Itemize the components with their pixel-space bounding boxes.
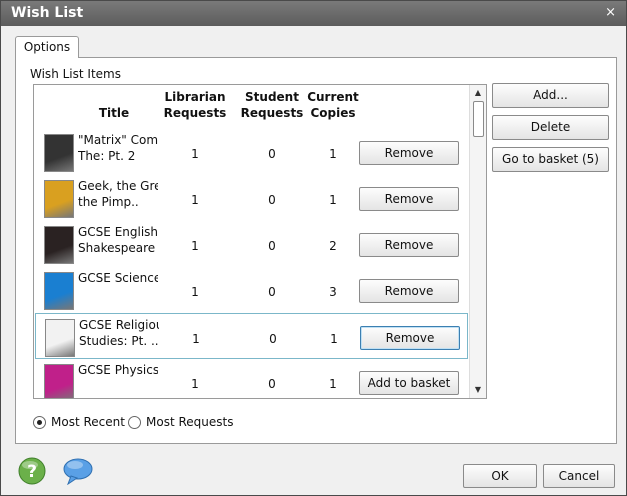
wish-list-dialog: Wish List × Options Wish List Items Titl… — [0, 0, 627, 496]
row-librarian-requests: 1 — [191, 147, 199, 161]
sort-most-recent-label: Most Recent — [51, 415, 125, 429]
row-title: GCSE English Shakespeare T — [78, 224, 158, 258]
column-header-student-requests: Student Requests — [240, 90, 304, 120]
column-header-title: Title — [98, 106, 130, 120]
go-to-basket-button[interactable]: Go to basket (5) — [492, 147, 609, 172]
table-row[interactable]: "Matrix" Comic The: Pt. 2 1 0 1 Remove — [35, 129, 468, 175]
remove-button[interactable]: Remove — [359, 187, 459, 211]
row-current-copies: 1 — [329, 377, 337, 391]
row-title: GCSE Religious Studies: Pt. .. — [79, 317, 159, 351]
book-cover-image — [44, 364, 74, 398]
title-bar[interactable]: Wish List × — [1, 1, 626, 26]
svg-text:?: ? — [27, 462, 37, 482]
row-title-line1: GCSE Religious — [79, 318, 159, 332]
row-current-copies: 1 — [329, 193, 337, 207]
help-icon[interactable]: ? — [18, 457, 46, 485]
row-title-line2: The: Pt. 2 — [78, 149, 136, 163]
table-row[interactable]: GCSE Religious Studies: Pt. .. 1 0 1 Remove — [35, 313, 468, 359]
window-title: Wish List — [11, 5, 84, 21]
row-student-requests: 0 — [268, 193, 276, 207]
close-icon[interactable]: × — [605, 5, 616, 20]
remove-button[interactable]: Remove — [359, 279, 459, 303]
row-title: GCSE Science — [78, 270, 158, 304]
row-student-requests: 0 — [268, 239, 276, 253]
book-cover-image — [45, 319, 75, 357]
row-title-line2: the Pimp.. — [78, 195, 139, 209]
table-row[interactable]: GCSE Science 1 0 3 Remove — [35, 267, 468, 313]
row-librarian-requests: 1 — [191, 193, 199, 207]
book-cover-image — [44, 226, 74, 264]
book-cover-image — [44, 272, 74, 310]
row-title-line2: Shakespeare T — [78, 241, 158, 255]
column-header-current-copies: Current Copies — [307, 90, 359, 120]
row-librarian-requests: 1 — [191, 285, 199, 299]
row-librarian-requests: 1 — [191, 377, 199, 391]
table-row[interactable]: Geek, the Gree the Pimp.. 1 0 1 Remove — [35, 175, 468, 221]
row-current-copies: 2 — [329, 239, 337, 253]
remove-button[interactable]: Remove — [359, 141, 459, 165]
book-cover-image — [44, 134, 74, 172]
row-student-requests: 0 — [268, 285, 276, 299]
row-title-line1: GCSE Physics — [78, 363, 158, 377]
scroll-down-icon[interactable]: ▼ — [470, 382, 486, 398]
scroll-up-icon[interactable]: ▲ — [470, 85, 486, 101]
row-current-copies: 3 — [329, 285, 337, 299]
delete-button[interactable]: Delete — [492, 115, 609, 140]
sort-most-requests-radio[interactable]: Most Requests — [128, 415, 233, 429]
table-row[interactable]: GCSE English Shakespeare T 1 0 2 Remove — [35, 221, 468, 267]
row-title: "Matrix" Comic The: Pt. 2 — [78, 132, 158, 166]
row-librarian-requests: 1 — [191, 239, 199, 253]
remove-button[interactable]: Remove — [360, 326, 460, 350]
options-panel: Wish List Items Title Librarian Requests… — [15, 57, 617, 444]
wish-list-items-label: Wish List Items — [30, 67, 121, 81]
wish-list-table[interactable]: Title Librarian Requests Student Request… — [33, 84, 487, 399]
tab-options[interactable]: Options — [15, 36, 79, 58]
radio-most-recent-indicator[interactable] — [33, 415, 46, 429]
row-librarian-requests: 1 — [192, 332, 200, 346]
table-row[interactable]: GCSE Physics 1 0 1 Add to basket — [35, 359, 468, 398]
row-title-line1: Geek, the Gree — [78, 179, 158, 193]
scroll-thumb[interactable] — [473, 101, 484, 137]
ok-button[interactable]: OK — [463, 464, 537, 488]
sort-most-recent-radio[interactable]: Most Recent — [33, 415, 125, 429]
row-student-requests: 0 — [269, 332, 277, 346]
add-to-basket-button[interactable]: Add to basket — [359, 371, 459, 395]
list-scrollbar[interactable]: ▲ ▼ — [469, 85, 486, 398]
row-title-line1: "Matrix" Comic — [78, 133, 158, 147]
sort-most-requests-label: Most Requests — [146, 415, 234, 429]
chat-bubble-icon[interactable] — [63, 457, 93, 485]
add-button[interactable]: Add... — [492, 83, 609, 108]
radio-most-requests-indicator[interactable] — [128, 415, 141, 429]
row-current-copies: 1 — [329, 147, 337, 161]
row-title: GCSE Physics — [78, 362, 158, 396]
row-title-line2: Studies: Pt. .. — [79, 334, 159, 348]
row-title-line1: GCSE English — [78, 225, 158, 239]
row-student-requests: 0 — [268, 147, 276, 161]
row-title: Geek, the Gree the Pimp.. — [78, 178, 158, 212]
row-current-copies: 1 — [330, 332, 338, 346]
column-header-librarian-requests: Librarian Requests — [163, 90, 227, 120]
remove-button[interactable]: Remove — [359, 233, 459, 257]
cancel-button[interactable]: Cancel — [543, 464, 615, 488]
book-cover-image — [44, 180, 74, 218]
row-student-requests: 0 — [268, 377, 276, 391]
row-title-line1: GCSE Science — [78, 271, 158, 285]
